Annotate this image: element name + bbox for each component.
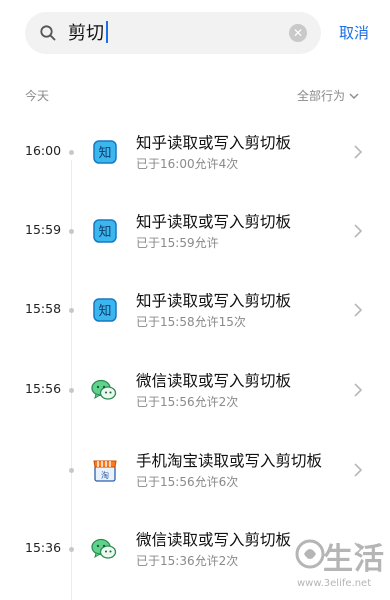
- record-time: 15:56: [25, 381, 62, 396]
- record-row[interactable]: 15:56 微信读取或写入剪切板已于15:56允许2次: [0, 350, 390, 430]
- timeline-dot: [69, 388, 74, 393]
- taobao-app-icon: 淘: [93, 460, 117, 482]
- record-detail: 已于15:56允许6次: [136, 475, 239, 489]
- cancel-button[interactable]: 取消: [339, 23, 369, 43]
- search-icon: [40, 25, 56, 41]
- record-time: 15:36: [25, 540, 62, 555]
- svg-text:知: 知: [98, 224, 111, 240]
- wechat-app-icon: [91, 538, 117, 559]
- record-time: 15:59: [25, 222, 62, 237]
- watermark-text: 生活: [323, 542, 385, 577]
- record-row[interactable]: 15:59 知 知乎读取或写入剪切板已于15:59允许: [0, 191, 390, 271]
- record-row[interactable]: 15:58 知 知乎读取或写入剪切板已于15:58允许15次: [0, 270, 390, 350]
- timeline-dot: [69, 468, 74, 473]
- svg-text:知: 知: [98, 303, 111, 319]
- text-caret: [106, 21, 108, 43]
- wechat-app-icon: [91, 379, 117, 400]
- zhihu-app-icon: 知: [93, 140, 117, 164]
- record-detail: 已于15:58允许15次: [136, 315, 246, 329]
- filter-label: 全部行为: [297, 89, 346, 103]
- watermark-url: www.3elife.net: [297, 578, 372, 589]
- record-title: 知乎读取或写入剪切板: [136, 134, 292, 152]
- record-title: 微信读取或写入剪切板: [136, 531, 292, 549]
- chevron-right-icon: [354, 463, 363, 477]
- watermark-logo-icon: [295, 539, 325, 569]
- record-title: 微信读取或写入剪切板: [136, 372, 292, 390]
- timeline-dot: [69, 308, 74, 313]
- record-detail: 已于15:36允许2次: [136, 554, 239, 568]
- svg-text:知: 知: [98, 145, 111, 161]
- record-row[interactable]: 淘 手机淘宝读取或写入剪切板已于15:56允许6次: [0, 430, 390, 510]
- record-detail: 已于15:56允许2次: [136, 395, 239, 409]
- record-title: 手机淘宝读取或写入剪切板: [136, 452, 323, 470]
- search-query-text: 剪切: [68, 21, 108, 46]
- search-input[interactable]: 剪切 ✕: [25, 12, 321, 54]
- section-header: 今天 全部行为: [0, 84, 390, 108]
- zhihu-app-icon: 知: [93, 219, 117, 243]
- chevron-right-icon: [354, 303, 363, 317]
- timeline-dot: [69, 547, 74, 552]
- timeline-dot: [69, 229, 74, 234]
- chevron-right-icon: [354, 224, 363, 238]
- chevron-down-icon: [349, 93, 359, 99]
- record-title: 知乎读取或写入剪切板: [136, 292, 292, 310]
- record-time: 15:58: [25, 301, 62, 316]
- record-detail: 已于16:00允许4次: [136, 157, 239, 171]
- close-icon: ✕: [292, 26, 304, 40]
- timeline-dot: [69, 150, 74, 155]
- filter-dropdown[interactable]: 全部行为: [297, 87, 359, 104]
- zhihu-app-icon: 知: [93, 298, 117, 322]
- record-row[interactable]: 16:00 知 知乎读取或写入剪切板已于16:00允许4次: [0, 112, 390, 192]
- svg-text:淘: 淘: [101, 470, 109, 480]
- clear-search-button[interactable]: ✕: [289, 24, 307, 42]
- chevron-right-icon: [354, 145, 363, 159]
- record-detail: 已于15:59允许: [136, 236, 219, 250]
- record-title: 知乎读取或写入剪切板: [136, 213, 292, 231]
- record-time: 16:00: [25, 143, 62, 158]
- watermark: 生活 www.3elife.net: [295, 526, 387, 594]
- chevron-right-icon: [354, 383, 363, 397]
- date-label: 今天: [25, 89, 50, 103]
- search-bar-row: 剪切 ✕ 取消: [0, 0, 390, 68]
